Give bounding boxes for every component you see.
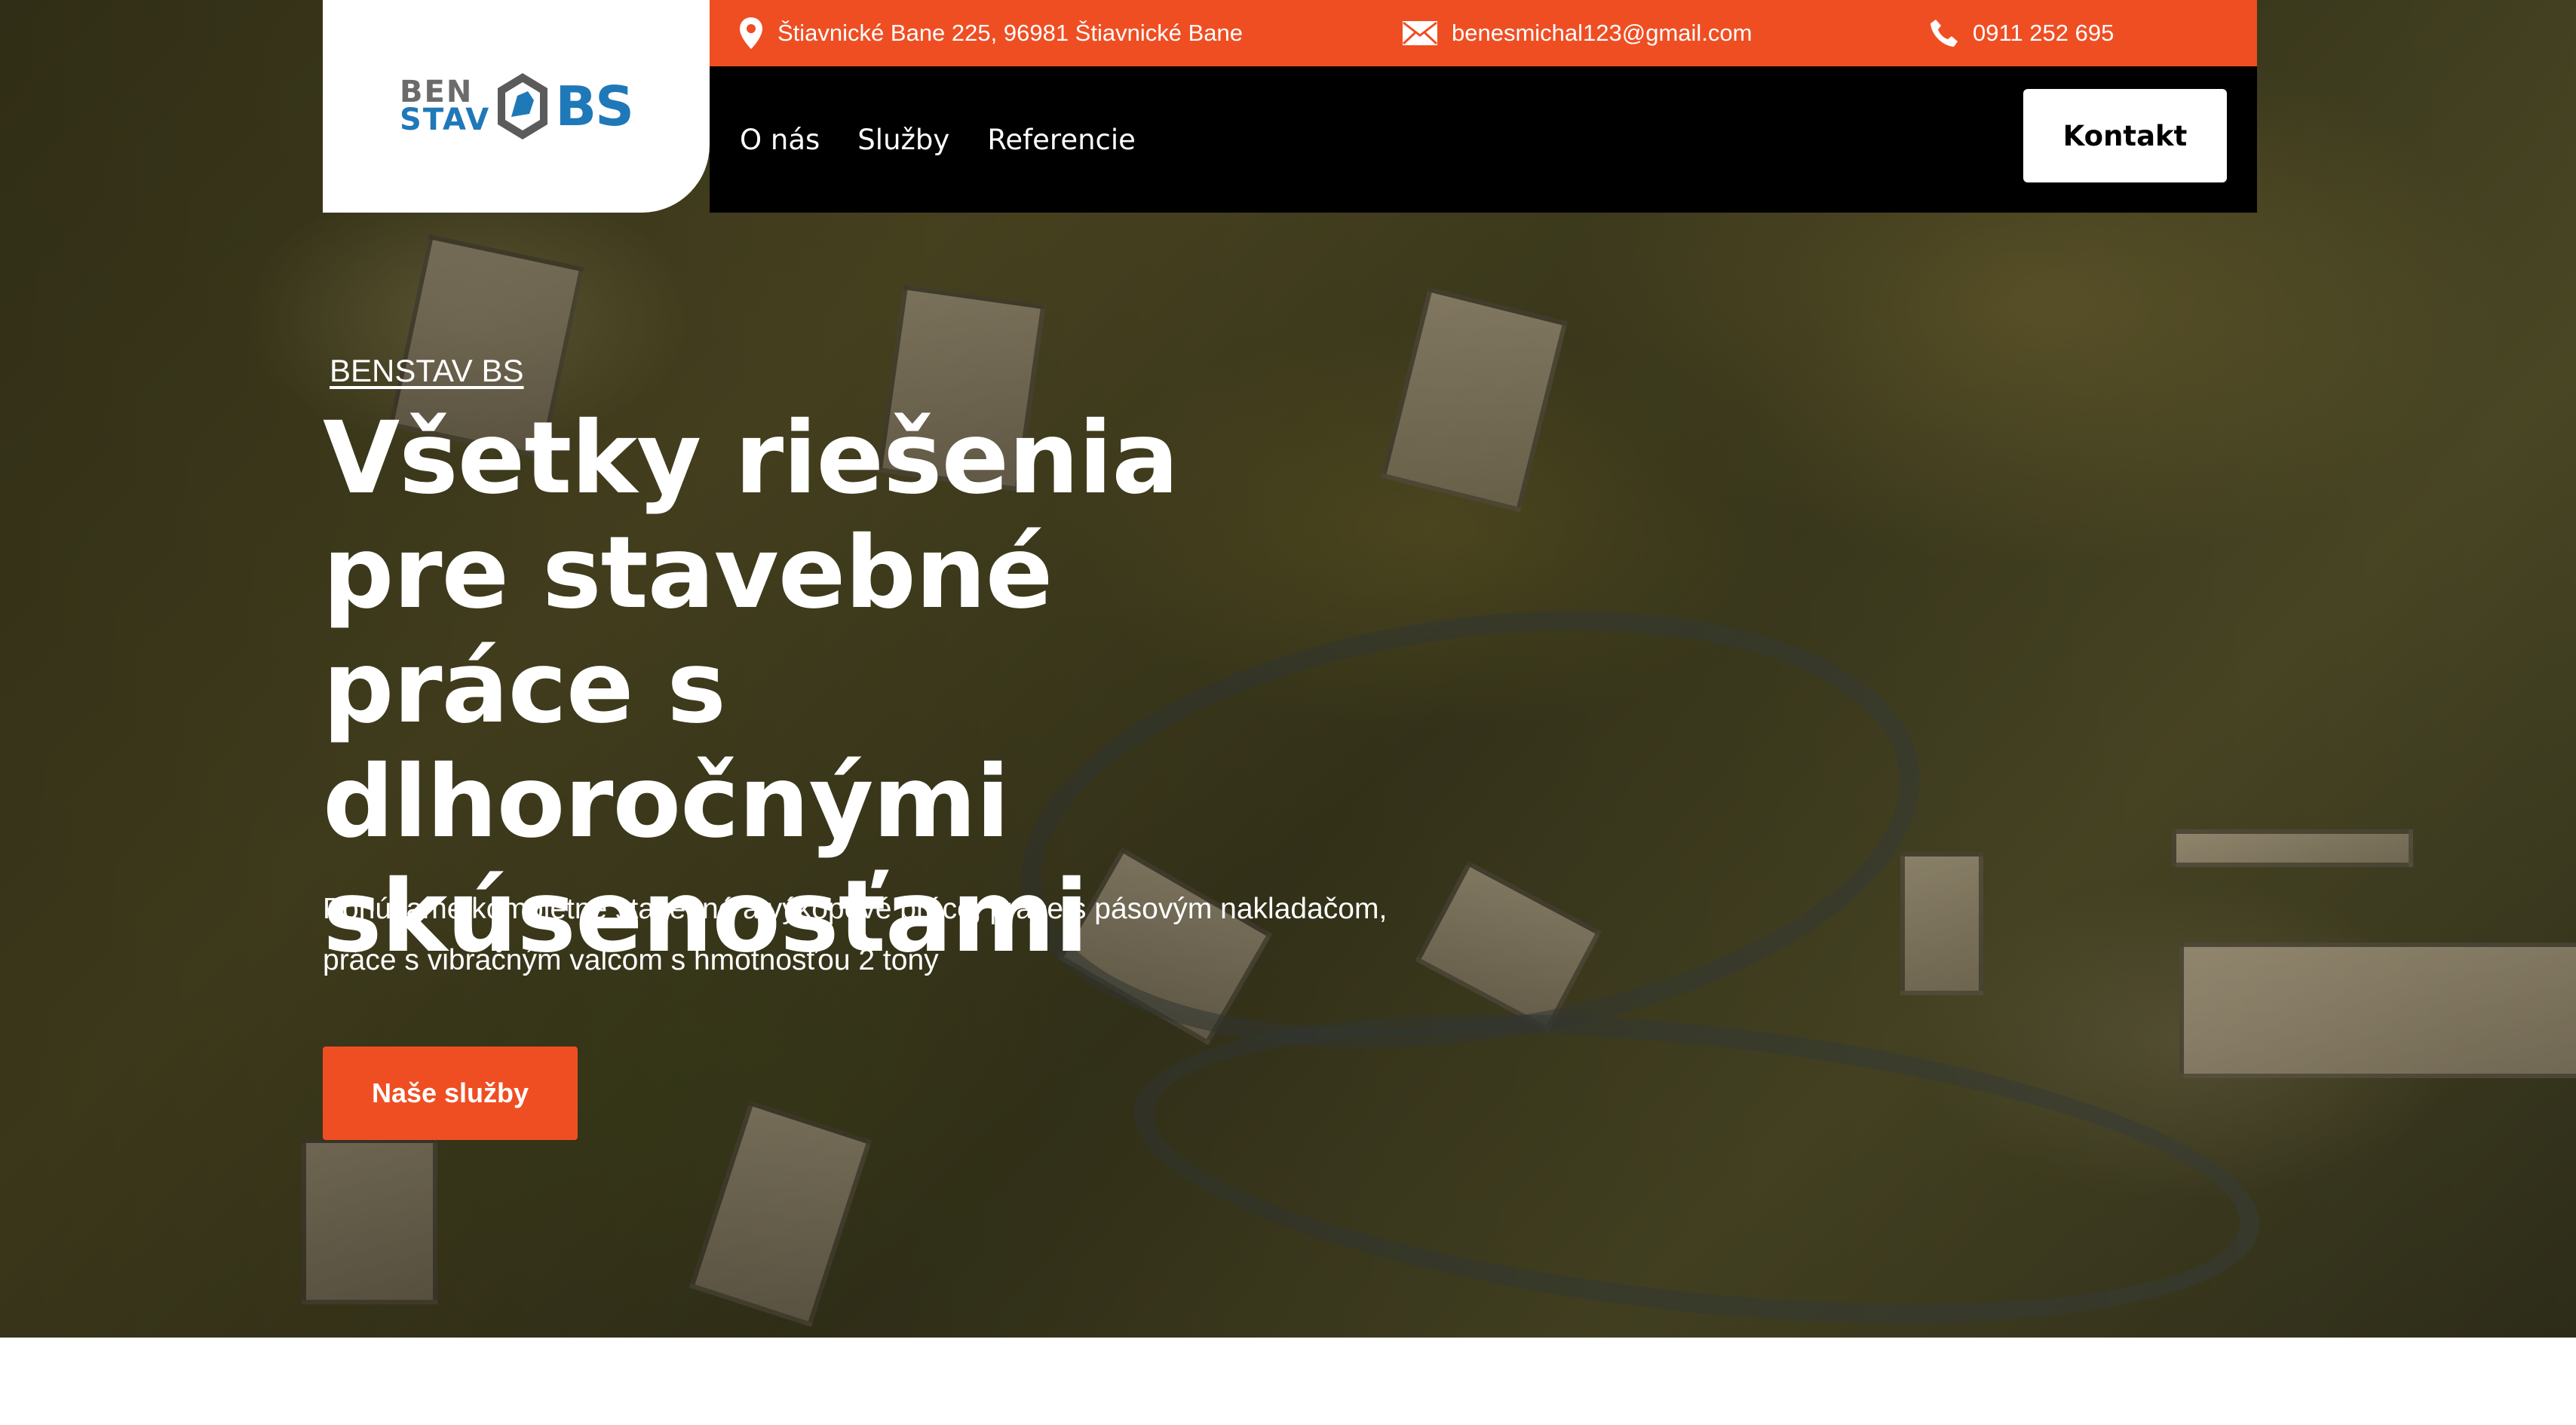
contact-button[interactable]: Kontakt	[2023, 89, 2227, 182]
hero-eyebrow-link[interactable]: BENSTAV BS	[330, 353, 524, 389]
contact-topbar: Štiavnické Bane 225, 96981 Štiavnické Ba…	[710, 0, 2257, 66]
logo-container[interactable]: BEN STAV BS	[323, 0, 710, 213]
nav-item-referencie[interactable]: Referencie	[987, 124, 1136, 156]
logo-text-stav: STAV	[400, 103, 491, 137]
logo-hexagon-icon	[498, 73, 548, 139]
phone-text: 0911 252 695	[1973, 20, 2114, 46]
phone-icon	[1930, 20, 1958, 47]
email-text: benesmichal123@gmail.com	[1452, 20, 1753, 46]
our-services-button[interactable]: Naše služby	[323, 1047, 578, 1140]
main-navbar: O nás Služby Referencie Kontakt	[710, 66, 2257, 213]
nav-item-o-nas[interactable]: O nás	[740, 124, 820, 156]
hero-subtext: Ponúkame kompletné stavebné a výkopové p…	[323, 893, 1388, 976]
nav-links: O nás Služby Referencie	[740, 66, 1136, 213]
address-text: Štiavnické Bane 225, 96981 Štiavnické Ba…	[777, 20, 1243, 46]
benstav-logo[interactable]: BEN STAV BS	[400, 70, 634, 142]
address-item[interactable]: Štiavnické Bane 225, 96981 Štiavnické Ba…	[738, 0, 1243, 66]
phone-item[interactable]: 0911 252 695	[1929, 0, 2114, 66]
nav-item-sluzby[interactable]: Služby	[857, 124, 949, 156]
location-pin-icon	[740, 17, 762, 49]
logo-text-bs: BS	[555, 75, 634, 138]
email-item[interactable]: benesmichal123@gmail.com	[1402, 0, 1753, 66]
envelope-icon	[1402, 21, 1438, 45]
